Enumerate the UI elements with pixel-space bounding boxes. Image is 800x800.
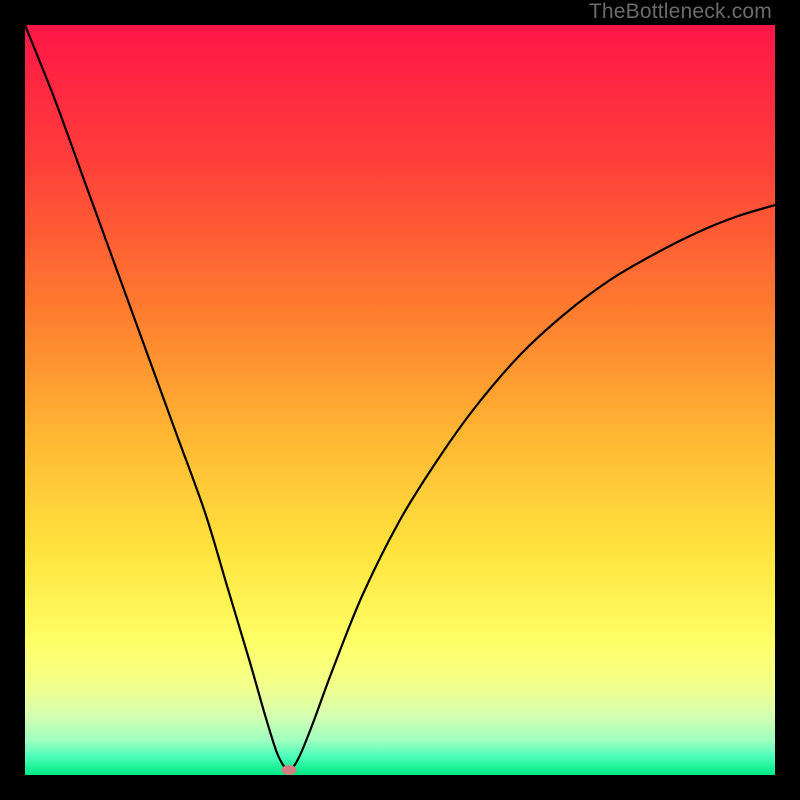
chart-background-gradient: [25, 25, 775, 775]
chart-frame: [25, 25, 775, 775]
minimum-marker: [282, 765, 297, 775]
watermark-text: TheBottleneck.com: [589, 0, 772, 24]
